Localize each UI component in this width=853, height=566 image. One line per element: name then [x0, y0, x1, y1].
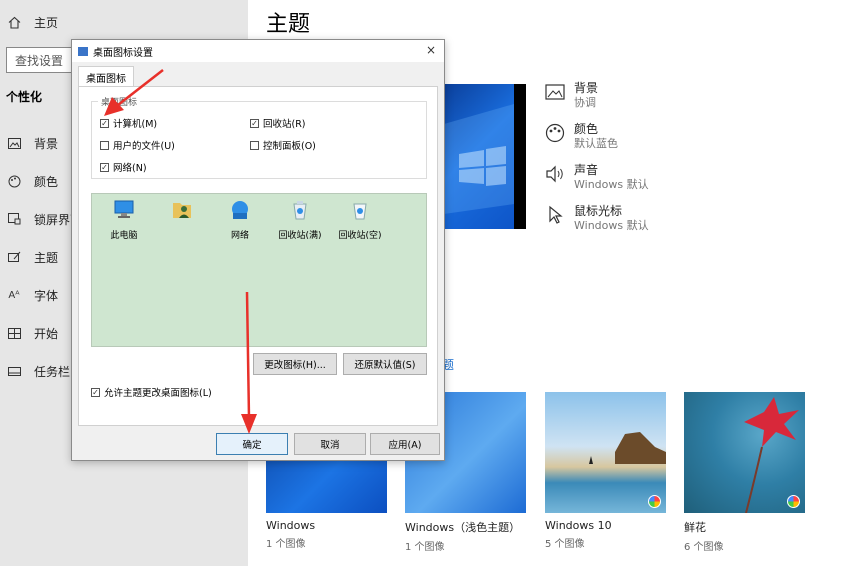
- arrow-to-computer-checkbox: [104, 69, 164, 116]
- arrow-to-ok-button: [241, 291, 257, 434]
- annotation-arrows: [104, 69, 257, 434]
